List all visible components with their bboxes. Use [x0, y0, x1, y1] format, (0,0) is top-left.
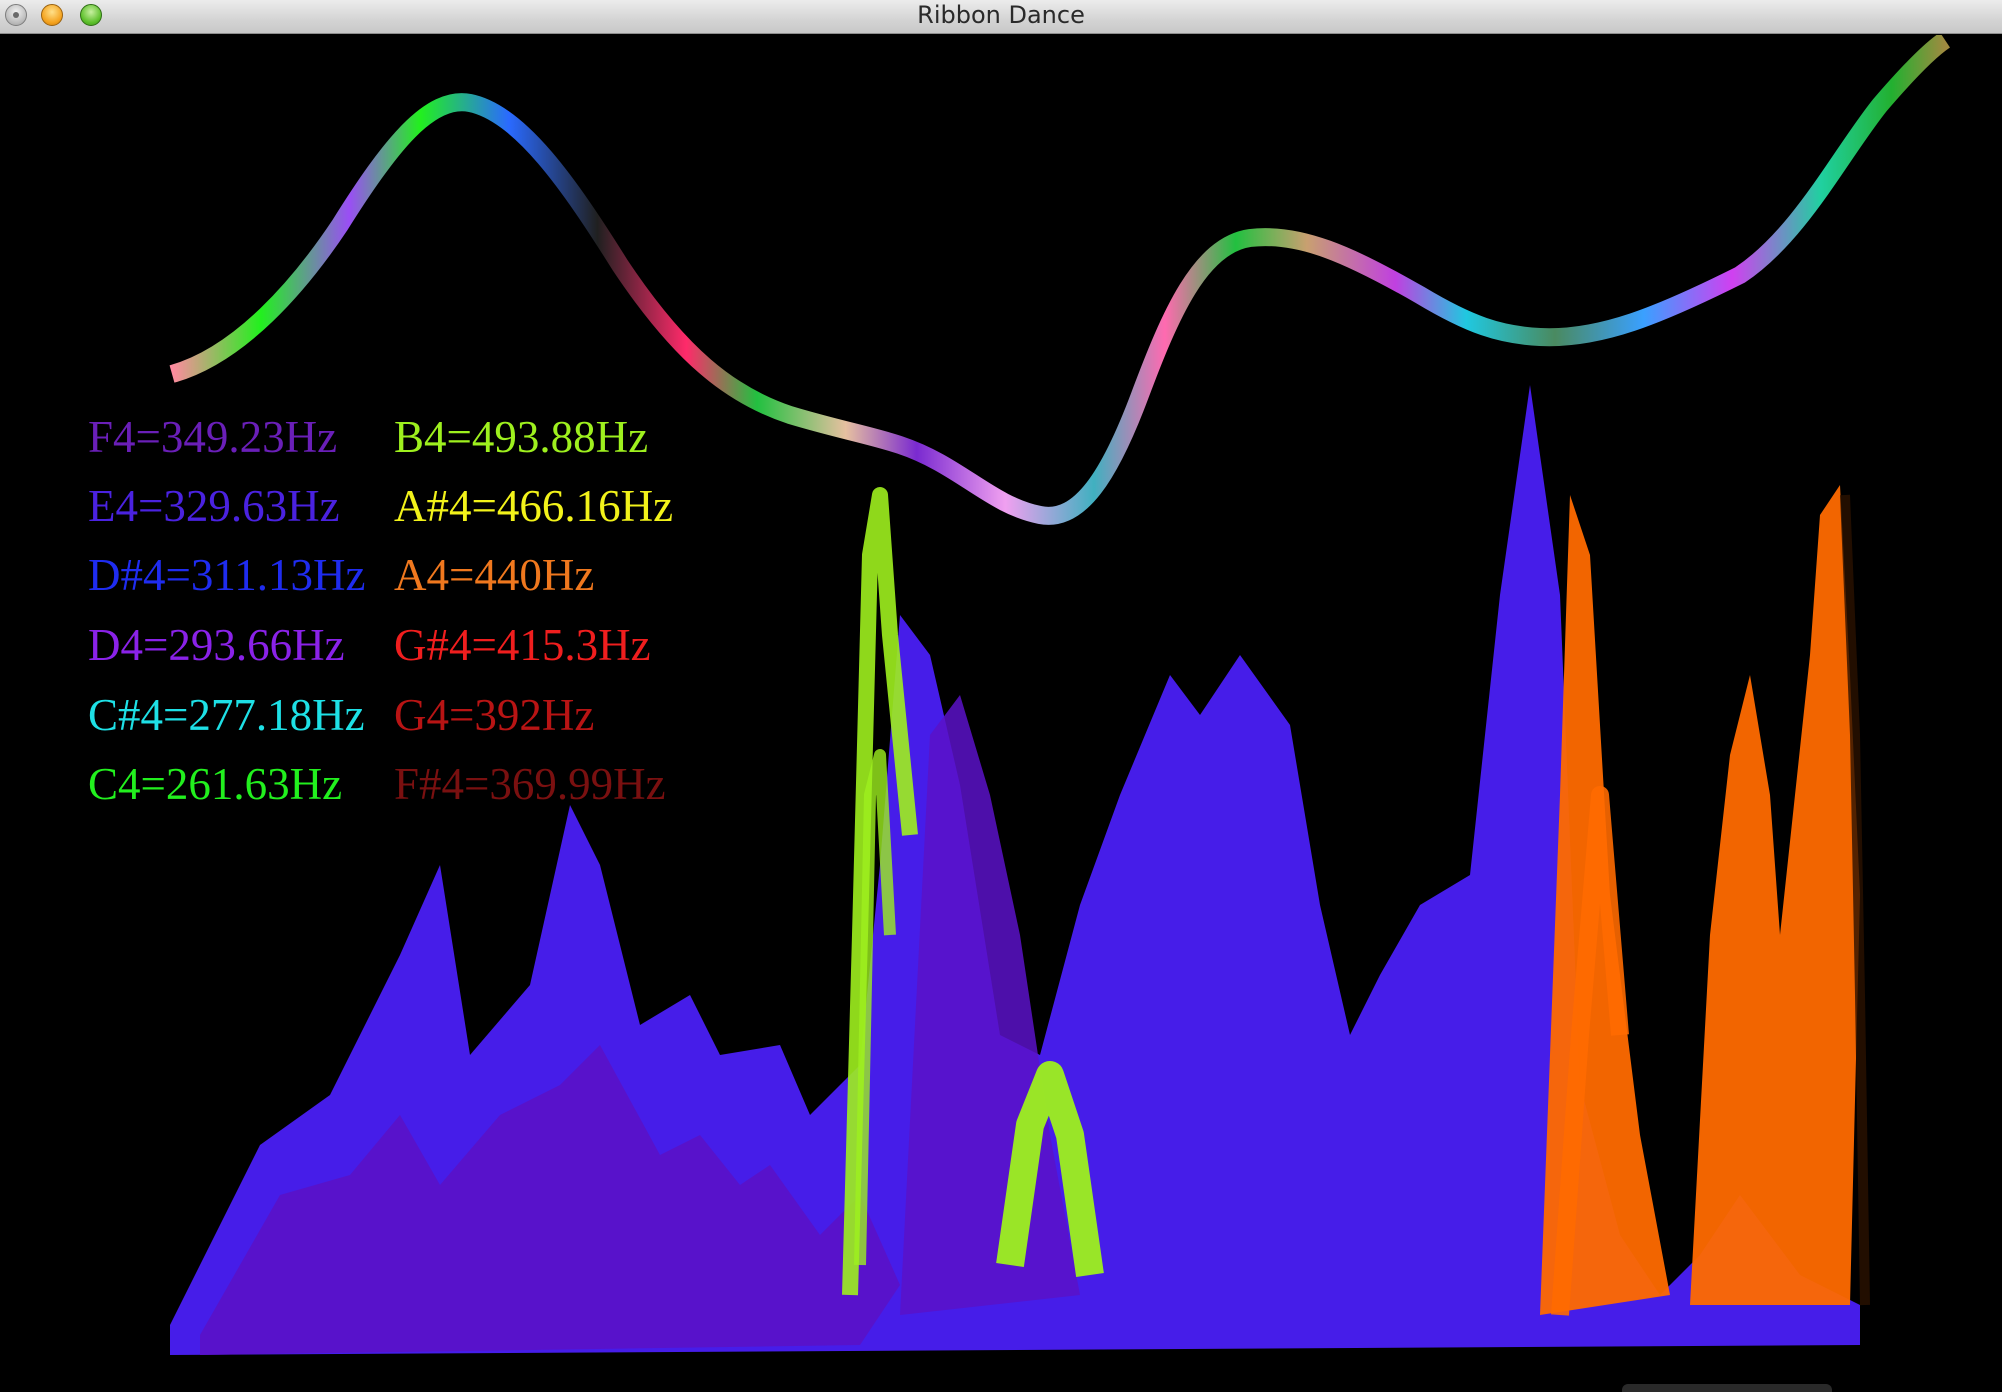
spectrum-visualization [159, 35, 1958, 1355]
visualization-canvas: F4=349.23Hz E4=329.63Hz D#4=311.13Hz D4=… [0, 35, 2002, 1392]
spectrum-orange-peak-b [1690, 485, 1860, 1305]
ribbon [169, 35, 1951, 525]
app-window: Ribbon Dance F4=349.23Hz E4=329.63Hz D#4… [0, 0, 2002, 1392]
resize-handle[interactable] [1622, 1384, 1832, 1392]
title-bar[interactable]: Ribbon Dance [0, 0, 2002, 34]
window-title: Ribbon Dance [917, 1, 1085, 29]
spectrum-mountains [170, 385, 1870, 1355]
